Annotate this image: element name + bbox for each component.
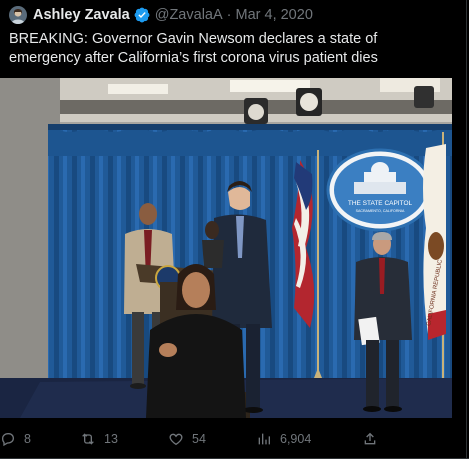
like-button[interactable]: 54 [168, 428, 206, 450]
views-icon [258, 433, 270, 445]
reply-icon [1, 433, 15, 447]
like-icon [169, 433, 183, 446]
verified-badge-icon [134, 7, 150, 23]
share-button[interactable] [362, 428, 386, 450]
tweet-date[interactable]: Mar 4, 2020 [236, 7, 313, 23]
views-count: 6,904 [280, 432, 312, 446]
seal-title: THE STATE CAPITOL [348, 200, 413, 207]
share-icon [364, 432, 376, 445]
state-capitol-seal: THE STATE CAPITOL SACRAMENTO, CALIFORNIA [326, 148, 434, 232]
reply-button[interactable]: 8 [0, 428, 31, 450]
tweet-text: BREAKING: Governor Gavin Newsom declares… [9, 31, 378, 66]
timeline-border-right [466, 0, 467, 459]
retweet-icon [82, 433, 94, 445]
tweet-actions: 8 13 54 6,904 [0, 428, 469, 450]
tweet-media-photo[interactable]: THE STATE CAPITOL SACRAMENTO, CALIFORNIA… [0, 78, 452, 418]
tweet-header: Ashley Zavala @ZavalaA · Mar 4, 2020 [9, 4, 313, 26]
retweet-count: 13 [104, 432, 118, 446]
tweet-card[interactable]: Ashley Zavala @ZavalaA · Mar 4, 2020 BRE… [0, 0, 469, 459]
seal-subtitle: SACRAMENTO, CALIFORNIA [356, 209, 405, 213]
author-handle[interactable]: @ZavalaA [155, 7, 223, 23]
author-name[interactable]: Ashley Zavala [33, 7, 130, 23]
like-count: 54 [192, 432, 206, 446]
retweet-button[interactable]: 13 [80, 428, 118, 450]
reply-count: 8 [24, 432, 31, 446]
meta-separator: · [226, 7, 232, 23]
avatar[interactable] [9, 6, 27, 24]
views-button[interactable]: 6,904 [256, 428, 311, 450]
